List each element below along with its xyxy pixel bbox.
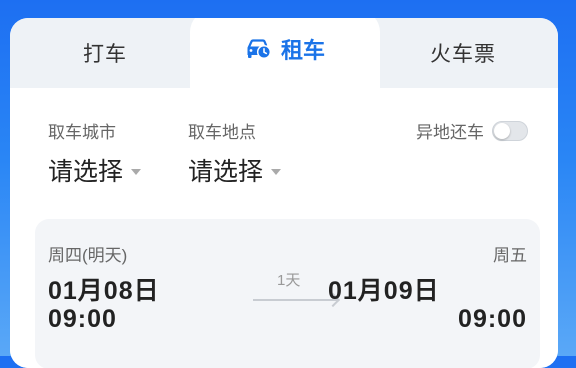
pickup-place-value: 请选择	[188, 158, 264, 186]
tab-car-rental[interactable]: 租车	[190, 18, 380, 88]
tab-bar: 打车 火车票 租车	[10, 18, 558, 88]
pickup-city-select[interactable]: 请选择	[48, 152, 142, 188]
caret-down-icon	[131, 169, 142, 175]
start-weekday: 周四(明天)	[48, 246, 128, 265]
arrow-right-icon	[253, 299, 337, 301]
tab-car-rental-label: 租车	[280, 38, 325, 63]
return-elsewhere-label: 异地还车	[416, 123, 484, 142]
rental-form: 取车城市 请选择 取车地点 请选择 异地还车 周四(明天) 01月08日 09:…	[10, 88, 558, 368]
pickup-place-select[interactable]: 请选择	[188, 152, 282, 188]
date-range-panel[interactable]: 周四(明天) 01月08日 09:00 1天 周五 01月09日 09:00	[35, 219, 540, 368]
tab-taxi[interactable]: 打车	[10, 18, 200, 88]
start-date[interactable]: 01月08日	[48, 271, 160, 307]
rental-card: 打车 火车票 租车 取车城市 请选择 取车地点 请选择 异地还车 周四(明天) …	[10, 18, 558, 368]
rental-duration: 1天	[277, 272, 301, 289]
caret-down-icon	[271, 169, 282, 175]
toggle-knob	[494, 122, 510, 139]
pickup-city-value: 请选择	[48, 158, 124, 186]
car-clock-icon	[245, 38, 271, 60]
return-elsewhere-option: 异地还车	[416, 118, 528, 143]
start-time[interactable]: 09:00	[48, 305, 117, 334]
tab-train-ticket[interactable]: 火车票	[368, 18, 558, 88]
pickup-city-label: 取车城市	[48, 123, 116, 142]
end-weekday: 周五	[493, 246, 527, 265]
return-elsewhere-toggle[interactable]	[492, 120, 528, 141]
pickup-place-label: 取车地点	[188, 123, 256, 142]
end-date[interactable]: 01月09日	[328, 271, 440, 307]
end-time[interactable]: 09:00	[458, 305, 527, 334]
